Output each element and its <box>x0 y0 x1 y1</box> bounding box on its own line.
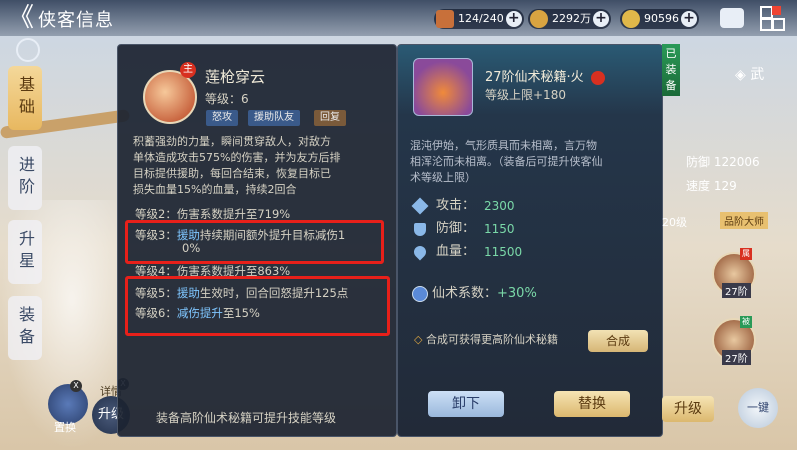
level-bg: 20级 <box>662 216 687 229</box>
equipped-badge: 已装备 <box>662 44 680 96</box>
hero-1-badge: 属 <box>740 248 752 260</box>
upgrade-button-bg[interactable]: 升级 <box>662 396 714 422</box>
skill-icon <box>143 70 197 124</box>
defense-icon <box>414 223 426 236</box>
one-key-button[interactable]: 一键 <box>738 388 778 428</box>
resource-coin-value: 2292万 <box>552 12 591 25</box>
hero-2-badge: 被 <box>740 316 752 328</box>
tab-equipment[interactable]: 装备 <box>8 296 42 360</box>
chat-icon[interactable] <box>720 8 744 28</box>
skill-desc-line-4: 损失血量15%的血量，持续2回合 <box>133 183 297 196</box>
unequip-button[interactable]: 卸下 <box>428 391 504 417</box>
back-button[interactable]: 《 <box>4 4 38 32</box>
tag-rage-attack: 怒攻 <box>206 110 238 126</box>
menu-grid-icon[interactable] <box>760 6 785 31</box>
page-title: 侠客信息 <box>38 10 114 31</box>
tab-bar-icon <box>16 38 40 62</box>
skill-desc-line-3: 目标提供援助，每回合结束，恢复目标已 <box>133 167 331 180</box>
stat-attack-label: 攻击： <box>436 198 476 213</box>
skill-level-5: 等级5：援助生效时，回合回怒提升125点 <box>135 286 349 300</box>
replace-button[interactable]: 替换 <box>554 391 630 417</box>
tag-recover: 回复 <box>314 110 346 126</box>
gem-icon <box>622 10 640 28</box>
stat-speed-bg: 速度 129 <box>686 179 737 193</box>
compose-button[interactable]: 合成 <box>588 330 648 352</box>
tag-assist-ally: 援助队友 <box>248 110 300 126</box>
add-coin-button[interactable]: + <box>593 11 609 27</box>
compose-hint: ◇ 合成可获得更高阶仙术秘籍 <box>414 333 558 346</box>
wu-icon: ◈ <box>735 67 746 83</box>
stat-hp-value: 11500 <box>484 245 523 259</box>
hero-2-level: 27阶 <box>722 350 751 365</box>
swap-label: 置换 <box>54 421 76 434</box>
skill-desc-line-1: 积蓄强劲的力量，瞬间贯穿敌人，对敌方 <box>133 135 331 148</box>
swap-button[interactable] <box>48 384 88 424</box>
skill-level: 等级：6 <box>205 92 249 106</box>
stat-attack-value: 2300 <box>484 199 515 213</box>
chest-icon <box>436 10 454 28</box>
skill-coef: 仙术系数：+30% <box>432 286 537 301</box>
skill-level-3-cont: 0% <box>182 241 201 255</box>
x-badge-1: X <box>70 380 82 392</box>
skill-level-6: 等级6：减伤提升至15% <box>135 306 260 320</box>
hero-1-level: 27阶 <box>722 283 751 298</box>
stat-defense-label: 防御： <box>436 221 476 236</box>
skill-level-3: 等级3：援助持续期间额外提升目标减伤1 <box>135 228 346 242</box>
resource-chest: 124/240 + <box>434 9 524 29</box>
tab-star-up[interactable]: 升星 <box>8 220 42 284</box>
book-desc-line-2: 相浑沦而未相离。（装备后可提升侠客仙 <box>410 155 603 168</box>
skill-footer-hint: 装备高阶仙术秘籍可提升技能等级 <box>156 411 337 425</box>
book-desc-line-3: 术等级上限） <box>410 171 476 184</box>
skill-desc-line-2: 单体造成攻击575%的伤害，并为友方后排 <box>133 151 341 164</box>
skill-coef-icon <box>412 286 428 302</box>
book-desc-line-1: 混沌伊始，气形质具而未相离，言万物 <box>410 139 597 152</box>
resource-chest-value: 124/240 <box>458 12 504 25</box>
book-icon <box>413 58 473 116</box>
book-title: 27阶仙术秘籍·火 <box>485 66 605 85</box>
resource-gem-value: 90596 <box>644 12 679 25</box>
add-chest-button[interactable]: + <box>505 11 522 27</box>
coin-icon <box>530 10 548 28</box>
wu-button[interactable]: ◈ 武 <box>735 64 764 84</box>
skill-name: 莲枪穿云 <box>205 68 266 86</box>
book-level-cap: 等级上限+180 <box>485 88 566 102</box>
diamond-icon: ◇ <box>414 333 423 346</box>
add-gem-button[interactable]: + <box>681 11 697 27</box>
tab-advance[interactable]: 进阶 <box>8 146 42 210</box>
fire-icon <box>590 70 605 85</box>
stat-hp-label: 血量： <box>436 244 476 259</box>
grade-badge: 品阶大师 <box>720 212 768 229</box>
stat-defense-bg: 防御 122006 <box>686 155 760 169</box>
skill-main-badge: 主 <box>180 62 196 78</box>
stat-defense-value: 1150 <box>484 222 515 236</box>
resource-coin: 2292万 + <box>528 9 611 29</box>
resource-gem: 90596 + <box>620 9 699 29</box>
tab-basic[interactable]: 基础 <box>8 66 42 130</box>
